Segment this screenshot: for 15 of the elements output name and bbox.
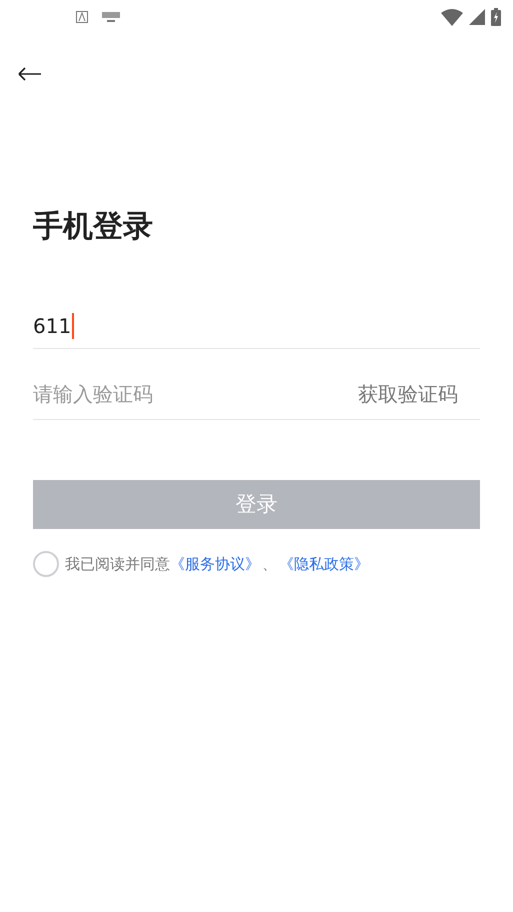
page-title: 手机登录 [33,209,153,245]
agree-checkbox[interactable] [33,551,59,577]
verification-code-field[interactable]: 请输入验证码 [33,379,273,409]
privacy-policy-link[interactable]: 《隐私政策》 [279,552,369,576]
separator-text: 、 [261,554,278,575]
wifi-icon [441,8,463,26]
service-agreement-link[interactable]: 《服务协议》 [170,552,260,576]
keyboard-icon [102,12,120,22]
agreement-text: 我已阅读并同意 [65,554,170,575]
get-code-button[interactable]: 获取验证码 [358,379,480,409]
signal-icon [469,9,485,25]
battery-icon [491,8,501,26]
back-arrow-icon[interactable] [18,66,42,82]
text-icon [76,11,88,23]
phone-field[interactable]: 611 [33,303,480,349]
